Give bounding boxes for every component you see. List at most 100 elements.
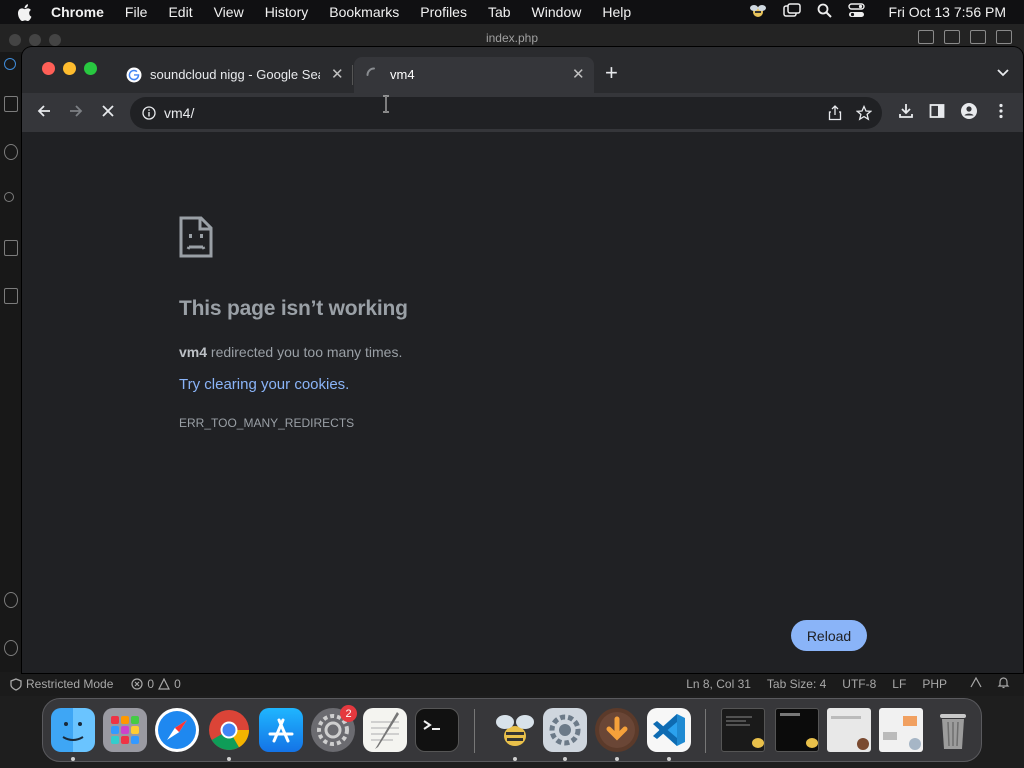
chrome-icon[interactable] (207, 708, 251, 752)
control-center-icon[interactable] (847, 3, 865, 21)
tab-strip: soundcloud nigg - Google Search ✕ vm4 ✕ … (22, 47, 1023, 93)
notifications-bell-icon[interactable] (997, 676, 1010, 692)
menu-file[interactable]: File (125, 4, 148, 20)
chrome-traffic-lights (42, 62, 97, 75)
menu-history[interactable]: History (265, 4, 309, 20)
vscode-traffic-lights (9, 34, 61, 46)
menu-clock[interactable]: Fri Oct 13 7:56 PM (889, 4, 1006, 20)
browser-toolbar: vm4/ (22, 93, 1023, 133)
chrome-close-button[interactable] (42, 62, 55, 75)
toggle-panel-icon[interactable] (944, 30, 960, 44)
side-panel-icon[interactable] (929, 103, 945, 124)
window-thumbnail-icon[interactable] (775, 708, 819, 752)
vscode-minimize-button[interactable] (29, 34, 41, 46)
launchpad-icon[interactable] (103, 708, 147, 752)
reload-button[interactable]: Reload (791, 620, 867, 651)
menu-view[interactable]: View (214, 4, 244, 20)
tab-separator (352, 65, 353, 85)
tab-title: vm4 (390, 67, 415, 82)
menu-app-chrome[interactable]: Chrome (51, 4, 104, 20)
sad-page-icon (179, 216, 213, 263)
vscode-icon[interactable] (647, 708, 691, 752)
chrome-maximize-button[interactable] (84, 62, 97, 75)
accounts-shield-icon[interactable] (4, 58, 16, 70)
customize-layout-icon[interactable] (996, 30, 1012, 44)
clear-cookies-link[interactable]: Try clearing your cookies. (179, 376, 349, 393)
stop-loading-x-icon[interactable] (100, 103, 116, 124)
error-page: This page isn’t working vm4 redirected y… (22, 133, 1023, 673)
manage-gear-icon[interactable] (4, 640, 18, 656)
menu-profiles[interactable]: Profiles (420, 4, 467, 20)
forward-arrow-icon[interactable] (68, 103, 84, 124)
language-mode[interactable]: PHP (922, 677, 947, 691)
finder-icon[interactable] (51, 708, 95, 752)
tab-close-icon[interactable]: ✕ (572, 65, 585, 83)
cursor-position[interactable]: Ln 8, Col 31 (686, 677, 751, 691)
profile-avatar-icon[interactable] (961, 103, 977, 124)
menu-bar: Chrome File Edit View History Bookmarks … (0, 0, 1024, 24)
account-icon[interactable] (4, 592, 18, 608)
tab-title: soundcloud nigg - Google Search (150, 67, 320, 82)
screen-mirroring-icon[interactable] (782, 3, 801, 21)
site-info-icon[interactable] (142, 106, 156, 125)
new-tab-plus-icon[interactable]: + (605, 60, 618, 86)
back-arrow-icon[interactable] (36, 103, 52, 124)
vscode-activity-bar (0, 52, 22, 672)
feedback-icon[interactable] (969, 676, 983, 692)
window-thumbnail-icon[interactable] (827, 708, 871, 752)
share-icon[interactable] (828, 105, 842, 126)
window-thumbnail-icon[interactable] (721, 708, 765, 752)
spotlight-search-icon[interactable] (817, 3, 832, 21)
restricted-mode-indicator[interactable]: Restricted Mode (10, 677, 113, 691)
cyberduck-icon[interactable] (493, 708, 537, 752)
vscode-close-button[interactable] (9, 34, 21, 46)
error-title: This page isn’t working (179, 297, 408, 320)
menu-tab[interactable]: Tab (488, 4, 511, 20)
vscode-maximize-button[interactable] (49, 34, 61, 46)
problems-indicator[interactable]: 0 0 (131, 677, 181, 691)
vscode-running-indicator (667, 757, 671, 761)
menu-window[interactable]: Window (532, 4, 582, 20)
apple-menu-icon[interactable] (17, 3, 37, 21)
settings-icon[interactable] (543, 708, 587, 752)
window-thumbnail-icon[interactable] (879, 708, 923, 752)
menu-bookmarks[interactable]: Bookmarks (329, 4, 399, 20)
textedit-icon[interactable] (363, 708, 407, 752)
text-cursor-ibeam-icon (381, 95, 391, 118)
error-description-text: redirected you too many times. (207, 344, 403, 360)
safari-icon[interactable] (155, 708, 199, 752)
extensions-icon[interactable] (4, 288, 18, 304)
tab-google-search[interactable]: soundcloud nigg - Google Search ✕ (118, 57, 352, 93)
tab-vm4[interactable]: vm4 ✕ (354, 57, 594, 93)
end-of-line[interactable]: LF (892, 677, 906, 691)
finder-running-indicator (71, 757, 75, 761)
tab-close-icon[interactable]: ✕ (331, 65, 344, 83)
chrome-menu-kebab-icon[interactable] (998, 103, 1004, 124)
search-icon[interactable] (4, 144, 18, 160)
bookmark-star-icon[interactable] (855, 104, 873, 126)
app-store-icon[interactable] (259, 708, 303, 752)
tab-search-chevron-down-icon[interactable] (997, 64, 1009, 82)
error-code: ERR_TOO_MANY_REDIRECTS (179, 416, 355, 430)
dock: 2 (42, 698, 982, 762)
cyberduck-status-icon[interactable] (749, 3, 767, 22)
explorer-icon[interactable] (4, 96, 18, 112)
toggle-secondary-sidebar-icon[interactable] (970, 30, 986, 44)
chrome-running-indicator (227, 757, 231, 761)
chrome-minimize-button[interactable] (63, 62, 76, 75)
file-encoding[interactable]: UTF-8 (842, 677, 876, 691)
download-icon[interactable] (595, 708, 639, 752)
downloads-icon[interactable] (898, 103, 914, 124)
source-control-icon[interactable] (4, 192, 14, 202)
trash-icon[interactable] (931, 708, 975, 752)
run-debug-icon[interactable] (4, 240, 18, 256)
menu-edit[interactable]: Edit (168, 4, 192, 20)
terminal-icon[interactable] (415, 708, 459, 752)
settings-running-indicator (563, 757, 567, 761)
shield-icon (10, 677, 22, 691)
toggle-primary-sidebar-icon[interactable] (918, 30, 934, 44)
error-icon (131, 678, 143, 690)
address-bar[interactable]: vm4/ (130, 97, 882, 129)
tab-size[interactable]: Tab Size: 4 (767, 677, 826, 691)
menu-help[interactable]: Help (602, 4, 631, 20)
